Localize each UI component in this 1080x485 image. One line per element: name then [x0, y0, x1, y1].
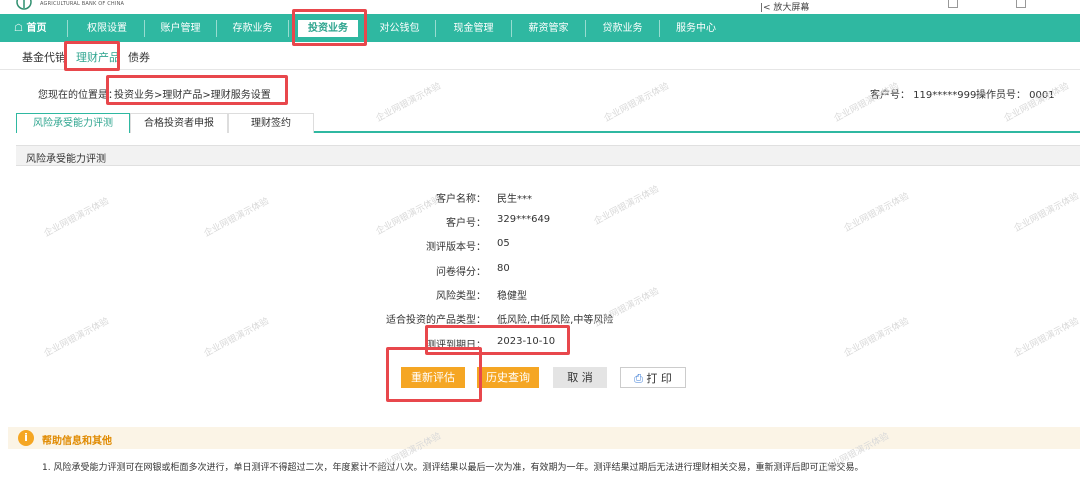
tab-qualified-investor[interactable]: 合格投资者申报 — [130, 113, 228, 133]
print-button[interactable]: ⎙ 打 印 — [620, 367, 686, 388]
value-expiry-date: 2023-10-10 — [497, 336, 556, 347]
tab-risk-assessment[interactable]: 风险承受能力评测 — [16, 113, 130, 133]
bank-logo-icon — [16, 0, 32, 10]
tab-bar: 风险承受能力评测 合格投资者申报 理财签约 — [16, 113, 1080, 133]
value-customer-name: 民生*** — [497, 194, 532, 205]
label-customer-number: 客户号： — [446, 218, 486, 229]
help-title: 帮助信息和其他 — [42, 436, 112, 447]
subnav-bonds[interactable]: 债券 — [128, 49, 150, 65]
watermark: 企业网银演示体验 — [202, 196, 271, 240]
watermark: 企业网银演示体验 — [202, 316, 271, 360]
nav-item-investment[interactable]: 投资业务 — [298, 20, 358, 37]
nav-home[interactable]: ☖ 首页 — [8, 20, 68, 37]
operator-number: 操作员号： 0001 — [976, 90, 1055, 101]
value-risk-type: 稳健型 — [497, 291, 527, 302]
nav-home-label: 首页 — [26, 23, 47, 34]
watermark: 企业网银演示体验 — [42, 316, 111, 360]
nav-item-cash-management[interactable]: 现金管理 — [436, 20, 512, 37]
sub-nav: 基金代销 理财产品 债券 — [0, 42, 1080, 70]
nav-item-corporate-wallet[interactable]: 对公钱包 — [364, 20, 436, 37]
label-assessment-version: 测评版本号： — [426, 242, 486, 253]
nav-item-loans[interactable]: 贷款业务 — [586, 20, 660, 37]
help-text: 1. 风险承受能力评测可在网银或柜面多次进行，单日测评不得超过二次，年度累计不超… — [42, 463, 864, 473]
reassess-button[interactable]: 重新评估 — [401, 367, 465, 388]
watermark: 企业网银演示体验 — [842, 191, 911, 235]
section-header: 风险承受能力评测 — [16, 145, 1080, 166]
history-query-button[interactable]: 历史查询 — [477, 367, 539, 388]
watermark: 企业网银演示体验 — [592, 184, 661, 228]
exit-icon[interactable] — [1016, 0, 1026, 8]
tab-wealth-contract[interactable]: 理财签约 — [228, 113, 314, 133]
cancel-button[interactable]: 取 消 — [553, 367, 607, 388]
nav-item-service-center[interactable]: 服务中心 — [660, 20, 732, 37]
subnav-fund-sales[interactable]: 基金代销 — [22, 49, 66, 65]
help-bar: i 帮助信息和其他 — [8, 427, 1080, 449]
label-suitable-products: 适合投资的产品类型： — [386, 315, 486, 326]
nav-item-accounts[interactable]: 账户管理 — [145, 20, 217, 37]
label-expiry-date: 测评到期日： — [426, 340, 486, 351]
nav-item-deposits[interactable]: 存款业务 — [217, 20, 289, 37]
value-suitable-products: 低风险,中低风险,中等风险 — [497, 315, 614, 326]
breadcrumb: 投资业务>理财产品>理财服务设置 — [114, 90, 271, 101]
lock-icon[interactable] — [948, 0, 958, 8]
nav-item-payroll[interactable]: 薪资管家 — [512, 20, 586, 37]
zoom-screen-link[interactable]: |< 放大屏幕 — [760, 0, 809, 13]
watermark: 企业网银演示体验 — [1012, 316, 1080, 360]
watermark: 企业网银演示体验 — [1012, 191, 1080, 235]
nav-item-permissions[interactable]: 权限设置 — [70, 20, 145, 37]
value-assessment-version: 05 — [497, 238, 510, 249]
customer-number: 客户号： 119*****999 — [870, 90, 977, 101]
print-button-label: 打 印 — [646, 372, 672, 385]
printer-icon: ⎙ — [634, 372, 643, 385]
subnav-wealth-products[interactable]: 理财产品 — [76, 49, 120, 65]
main-nav: ☖ 首页 权限设置 账户管理 存款业务 投资业务 对公钱包 现金管理 薪资管家 … — [0, 14, 1080, 42]
section-title: 风险承受能力评测 — [26, 154, 106, 165]
watermark: 企业网银演示体验 — [842, 316, 911, 360]
label-score: 问卷得分： — [436, 267, 486, 278]
info-icon: i — [18, 430, 34, 446]
label-customer-name: 客户名称： — [436, 194, 486, 205]
label-risk-type: 风险类型： — [436, 291, 486, 302]
top-strip: AGRICULTURAL BANK OF CHINA |< 放大屏幕 — [0, 0, 1080, 14]
value-score: 80 — [497, 263, 510, 274]
value-customer-number: 329***649 — [497, 214, 551, 225]
watermark: 企业网银演示体验 — [42, 196, 111, 240]
bank-name-en: AGRICULTURAL BANK OF CHINA — [40, 1, 125, 7]
location-label: 您现在的位置是： — [38, 90, 118, 101]
home-icon: ☖ — [14, 23, 23, 34]
